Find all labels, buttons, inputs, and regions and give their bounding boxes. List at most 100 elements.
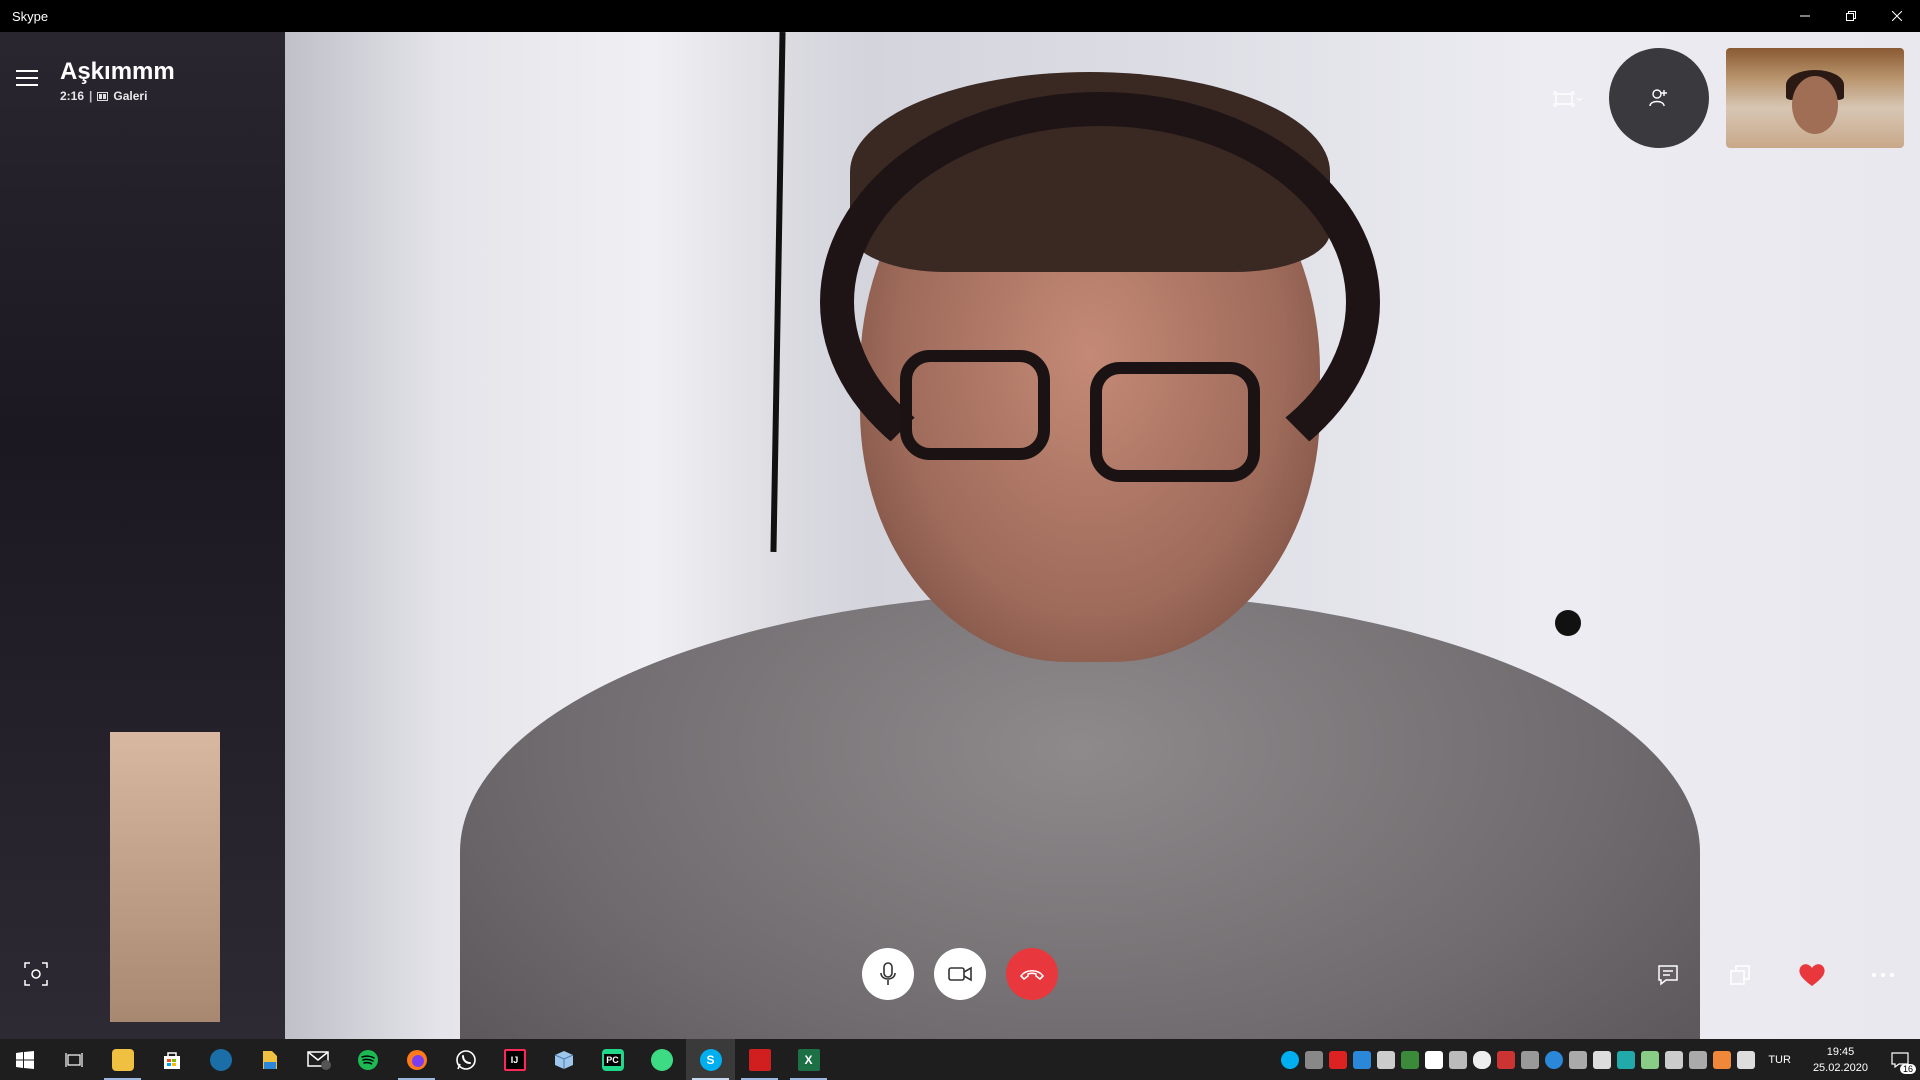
close-button[interactable] bbox=[1874, 0, 1920, 32]
folder-icon bbox=[111, 1048, 134, 1071]
glasses-right-lens bbox=[1090, 362, 1260, 482]
open-chat-button[interactable] bbox=[1651, 958, 1685, 992]
mail-icon bbox=[306, 1050, 331, 1070]
share-screen-button[interactable] bbox=[1723, 958, 1757, 992]
input-language[interactable]: TUR bbox=[1768, 1054, 1791, 1066]
call-duration: 2:16 bbox=[60, 89, 85, 103]
layout-switch-button[interactable] bbox=[1548, 84, 1588, 114]
display-tray-icon[interactable] bbox=[1353, 1050, 1372, 1069]
volume-tray-icon[interactable] bbox=[1737, 1050, 1756, 1069]
close-icon bbox=[1892, 11, 1902, 21]
intellij-icon: IJ bbox=[503, 1048, 526, 1071]
nvidia-tray-icon[interactable] bbox=[1401, 1050, 1420, 1069]
more-options-button[interactable] bbox=[1866, 958, 1900, 992]
self-view-face bbox=[1792, 76, 1838, 134]
clock-date: 25.02.2020 bbox=[1812, 1061, 1868, 1074]
add-person-icon bbox=[1649, 89, 1667, 107]
speaker-warning-tray-icon[interactable] bbox=[1713, 1050, 1732, 1069]
taskbar-pycharm[interactable]: PC bbox=[588, 1039, 637, 1080]
taskbar-spotify[interactable] bbox=[343, 1039, 392, 1080]
teamviewer-tray-icon[interactable] bbox=[1545, 1050, 1564, 1069]
bluetooth-tray-icon[interactable] bbox=[1617, 1050, 1636, 1069]
tray-app-red-icon[interactable] bbox=[1497, 1050, 1516, 1069]
excel-icon: X bbox=[797, 1048, 820, 1071]
antivirus-tray-icon[interactable] bbox=[1329, 1050, 1348, 1069]
tray-app-icon[interactable] bbox=[1305, 1050, 1324, 1069]
view-mode-label[interactable]: Galeri bbox=[113, 89, 147, 103]
restore-button[interactable] bbox=[1828, 0, 1874, 32]
mute-microphone-button[interactable] bbox=[862, 948, 914, 1000]
video-camera-icon bbox=[948, 966, 972, 982]
glasses-left-lens bbox=[900, 350, 1050, 460]
taskbar-steam[interactable] bbox=[196, 1039, 245, 1080]
window-controls bbox=[1782, 0, 1920, 32]
mic-tray-icon[interactable] bbox=[1377, 1050, 1396, 1069]
background-box bbox=[110, 732, 220, 1022]
taskbar-intellij[interactable]: IJ bbox=[490, 1039, 539, 1080]
skype-tray-icon[interactable] bbox=[1281, 1050, 1300, 1069]
windows-icon bbox=[15, 1050, 34, 1069]
task-view-button[interactable] bbox=[49, 1039, 98, 1080]
restore-icon bbox=[1846, 11, 1856, 21]
title-bar: Skype bbox=[0, 0, 1920, 32]
contact-name: Aşkımmm bbox=[60, 58, 175, 85]
taskbar-store[interactable] bbox=[147, 1039, 196, 1080]
spotify-icon bbox=[357, 1049, 378, 1070]
firefox-icon bbox=[406, 1049, 427, 1070]
minimize-icon bbox=[1800, 15, 1810, 17]
gallery-icon bbox=[97, 91, 109, 101]
action-center-button[interactable]: 16 bbox=[1880, 1039, 1920, 1080]
taskbar-whatsapp[interactable] bbox=[441, 1039, 490, 1080]
notification-count: 16 bbox=[1899, 1064, 1916, 1074]
clock-time: 19:45 bbox=[1826, 1045, 1855, 1058]
pdf-icon bbox=[748, 1048, 771, 1071]
taskbar-files[interactable] bbox=[245, 1039, 294, 1080]
self-view-video[interactable] bbox=[1726, 48, 1904, 148]
pycharm-icon: PC bbox=[601, 1048, 624, 1071]
fullscreen-layout-icon bbox=[1553, 91, 1583, 107]
window-title: Skype bbox=[12, 8, 49, 24]
taskbar-skype[interactable]: S bbox=[686, 1039, 735, 1080]
taskbar-excel[interactable]: X bbox=[784, 1039, 833, 1080]
whatsapp-icon bbox=[455, 1049, 476, 1070]
lock-tray-icon[interactable] bbox=[1449, 1050, 1468, 1069]
call-meta: 2:16 | Galeri bbox=[60, 89, 147, 103]
add-participant-button[interactable] bbox=[1609, 48, 1709, 148]
more-dots-icon bbox=[1872, 973, 1894, 977]
task-view-icon bbox=[64, 1052, 83, 1067]
snapshot-button[interactable] bbox=[22, 960, 50, 988]
share-screen-icon bbox=[1730, 965, 1750, 985]
hang-up-icon bbox=[1020, 969, 1044, 980]
taskbar-file-explorer[interactable] bbox=[98, 1039, 147, 1080]
network-device-tray-icon[interactable] bbox=[1569, 1050, 1588, 1069]
box-icon bbox=[554, 1050, 573, 1069]
taskbar-3d-app[interactable] bbox=[539, 1039, 588, 1080]
taskbar-android-studio[interactable] bbox=[637, 1039, 686, 1080]
hamburger-menu-button[interactable] bbox=[16, 68, 40, 88]
battery-tray-icon[interactable] bbox=[1665, 1050, 1684, 1069]
minimize-button[interactable] bbox=[1782, 0, 1828, 32]
onedrive-tray-icon[interactable] bbox=[1473, 1050, 1492, 1069]
taskbar-firefox[interactable] bbox=[392, 1039, 441, 1080]
toggle-video-button[interactable] bbox=[934, 948, 986, 1000]
taskbar-mail[interactable] bbox=[294, 1039, 343, 1080]
wifi-tray-icon[interactable] bbox=[1689, 1050, 1708, 1069]
keyboard-tray-icon[interactable] bbox=[1521, 1050, 1540, 1069]
start-button[interactable] bbox=[0, 1039, 49, 1080]
security-tray-icon[interactable] bbox=[1425, 1050, 1444, 1069]
chat-icon bbox=[1658, 965, 1678, 986]
file-icon bbox=[262, 1050, 277, 1069]
wall-socket bbox=[1555, 610, 1581, 636]
windows-taskbar: IJ PC S X TUR 19:45 25.02.2020 16 bbox=[0, 1039, 1920, 1080]
send-reaction-button[interactable] bbox=[1795, 958, 1829, 992]
steam-icon bbox=[209, 1048, 232, 1071]
remote-video bbox=[0, 32, 1920, 1039]
taskbar-acrobat[interactable] bbox=[735, 1039, 784, 1080]
tray-window-icon[interactable] bbox=[1593, 1050, 1612, 1069]
clock[interactable]: 19:45 25.02.2020 bbox=[1813, 1044, 1868, 1076]
store-icon bbox=[163, 1051, 180, 1069]
meta-separator: | bbox=[89, 89, 93, 103]
heart-icon bbox=[1799, 964, 1825, 986]
end-call-button[interactable] bbox=[1006, 948, 1058, 1000]
usb-tray-icon[interactable] bbox=[1641, 1050, 1660, 1069]
